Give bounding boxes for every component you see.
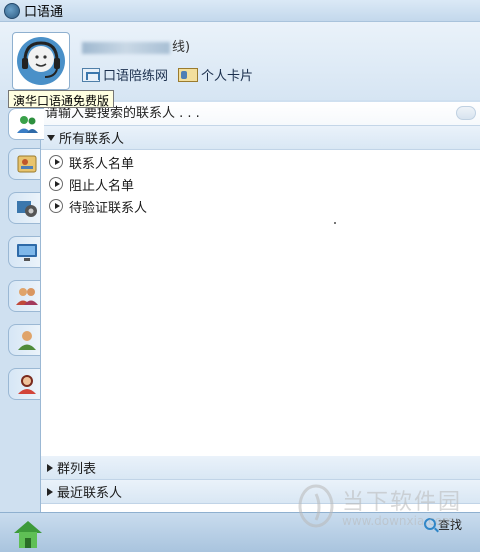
female-user-icon xyxy=(17,375,36,394)
tab-female-user[interactable] xyxy=(8,368,44,400)
tab-address-book[interactable] xyxy=(8,148,44,180)
user-status: 线) xyxy=(82,36,190,55)
title-bar: 口语通 xyxy=(0,0,480,22)
list-item-pending-contacts[interactable]: 待验证联系人 xyxy=(49,196,147,216)
expand-circle-icon xyxy=(49,155,63,169)
tab-contacts[interactable] xyxy=(8,108,44,140)
watermark-brand: 当下软件园 xyxy=(342,490,463,515)
group-all-contacts[interactable]: 所有联系人 xyxy=(41,126,480,150)
profile-links: 口语陪练网 个人卡片 xyxy=(82,65,253,84)
personal-card-link[interactable]: 个人卡片 xyxy=(178,65,253,84)
contacts-icon xyxy=(16,116,38,133)
search-clear-icon[interactable] xyxy=(456,106,476,120)
app-logo-icon xyxy=(4,2,20,19)
pending-contacts-label: 待验证联系人 xyxy=(69,200,148,216)
tab-monitor[interactable] xyxy=(8,236,44,268)
chevron-right-icon xyxy=(47,463,53,472)
avatar[interactable] xyxy=(12,32,70,90)
tab-settings[interactable] xyxy=(8,192,44,224)
blurred-username xyxy=(82,41,170,54)
contact-list-label: 联系人名单 xyxy=(69,156,135,172)
side-tabs xyxy=(0,100,44,512)
network-icon xyxy=(82,67,100,82)
expand-circle-icon xyxy=(49,177,63,191)
expand-circle-icon xyxy=(49,199,63,213)
watermark-url: www.downxia.com xyxy=(342,514,454,528)
contacts-panel: 所有联系人 联系人名单 阻止人名单 待验证联系人 群列表 最近联系人 xyxy=(40,102,480,512)
status-suffix: 线) xyxy=(172,40,191,55)
watermark-logo-icon xyxy=(298,484,334,528)
watermark: 当下软件园 www.downxia.com xyxy=(296,484,476,532)
practice-network-link[interactable]: 口语陪练网 xyxy=(82,65,168,84)
chevron-down-icon xyxy=(47,134,55,141)
address-book-icon xyxy=(17,155,36,173)
chevron-right-icon xyxy=(47,487,53,496)
tab-group-chat[interactable] xyxy=(8,280,44,312)
list-item-blocked-list[interactable]: 阻止人名单 xyxy=(49,174,134,194)
tab-single-user[interactable] xyxy=(8,324,44,356)
avatar-tooltip: 演华口语通免费版 xyxy=(8,90,115,108)
monitor-icon xyxy=(16,244,37,261)
id-card-icon xyxy=(178,67,199,82)
group-all-contacts-label: 所有联系人 xyxy=(59,132,125,147)
stray-dot xyxy=(334,222,336,224)
group-group-list[interactable]: 群列表 xyxy=(41,456,480,480)
window-title: 口语通 xyxy=(24,5,64,20)
headset-avatar-icon xyxy=(17,37,65,85)
group-people-icon xyxy=(15,288,38,305)
profile-header: 线) 口语陪练网 个人卡片 xyxy=(0,22,480,100)
personal-card-label: 个人卡片 xyxy=(201,69,254,84)
group-list-label: 群列表 xyxy=(57,462,97,477)
home-icon[interactable] xyxy=(10,515,46,551)
practice-network-label: 口语陪练网 xyxy=(103,69,169,84)
blocked-list-label: 阻止人名单 xyxy=(69,178,135,194)
gear-icon xyxy=(16,201,37,217)
recent-contacts-label: 最近联系人 xyxy=(57,486,123,501)
user-icon xyxy=(17,331,36,350)
list-item-contact-list[interactable]: 联系人名单 xyxy=(49,152,134,172)
